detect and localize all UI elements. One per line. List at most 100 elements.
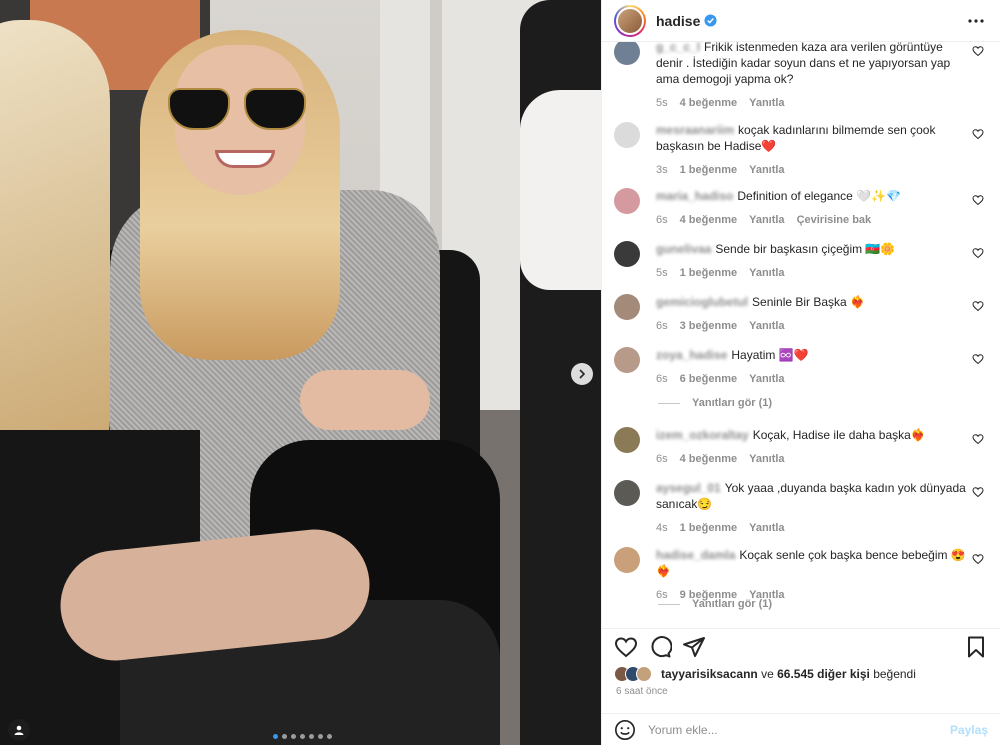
commenter-avatar[interactable] — [614, 188, 640, 214]
commenter-username[interactable]: zoya_hadise — [656, 348, 727, 362]
next-slide-button[interactable] — [571, 363, 593, 385]
comment-time[interactable]: 4s — [656, 520, 668, 536]
post-time[interactable]: 6 saat önce — [616, 686, 668, 697]
comment-likes[interactable]: 3 beğenme — [680, 318, 737, 334]
comment-time[interactable]: 6s — [656, 451, 668, 467]
reply-button[interactable]: Yanıtla — [749, 95, 784, 111]
comments-list[interactable]: g_c_c_l Frikik istenmeden kaza ara verile… — [602, 42, 1000, 628]
user-tag-icon — [14, 725, 24, 735]
save-icon[interactable] — [964, 635, 988, 659]
likes-connector: ve — [761, 667, 774, 681]
chevron-right-icon — [579, 369, 586, 379]
user-tag-button[interactable] — [8, 719, 30, 741]
comment-likes[interactable]: 6 beğenme — [680, 371, 737, 387]
comment-time[interactable]: 6s — [656, 371, 668, 387]
likes-count[interactable]: 66.545 diğer kişi — [777, 667, 870, 681]
comment-text: Hayatim ♾️❤️ — [731, 348, 809, 362]
heart-icon[interactable] — [972, 247, 984, 259]
commenter-username[interactable]: aysegul_01 — [656, 481, 721, 495]
comment-item: g_c_c_l Frikik istenmeden kaza ara verile… — [614, 42, 990, 111]
commenter-avatar[interactable] — [614, 480, 640, 506]
post-side-panel: hadise g_c_c_l Frikik istenmeden kaza ara… — [601, 0, 1000, 745]
post-media[interactable] — [0, 0, 601, 745]
commenter-avatar[interactable] — [614, 122, 640, 148]
slide-dot — [282, 734, 287, 739]
heart-icon[interactable] — [972, 45, 984, 57]
comment-likes[interactable]: 1 beğenme — [680, 162, 737, 178]
translate-button[interactable]: Çevirisine bak — [797, 212, 872, 228]
comment-item: maria_hadiso Definition of elegance 🤍✨💎 6… — [614, 188, 990, 228]
heart-icon[interactable] — [614, 635, 638, 659]
comment-text: Sende bir başkasın çiçeğim 🇦🇿🌼 — [715, 242, 896, 256]
heart-icon[interactable] — [972, 194, 984, 206]
post-comment-button[interactable]: Paylaş — [950, 723, 988, 737]
comment-likes[interactable]: 4 beğenme — [680, 95, 737, 111]
commenter-avatar[interactable] — [614, 241, 640, 267]
slide-dot — [273, 734, 278, 739]
view-replies-button[interactable]: Yanıtları gör (1) — [658, 397, 772, 409]
heart-icon[interactable] — [972, 553, 984, 565]
commenter-username[interactable]: g_c_c_l — [656, 42, 700, 54]
post-actions — [602, 628, 1000, 664]
commenter-username[interactable]: mesraanariim — [656, 123, 734, 137]
comment-likes[interactable]: 1 beğenme — [680, 520, 737, 536]
reply-button[interactable]: Yanıtla — [749, 371, 784, 387]
heart-icon[interactable] — [972, 128, 984, 140]
commenter-avatar[interactable] — [614, 547, 640, 573]
comment-item: hadise_damla Koçak senle çok başka bence … — [614, 547, 990, 603]
commenter-avatar[interactable] — [614, 294, 640, 320]
comment-time[interactable]: 6s — [656, 212, 668, 228]
comment-text: Koçak, Hadise ile daha başka❤️‍🔥 — [752, 428, 926, 442]
reply-button[interactable]: Yanıtla — [749, 212, 784, 228]
comment-text: Seninle Bir Başka ❤️‍🔥 — [752, 295, 866, 309]
comment-input[interactable] — [648, 722, 950, 737]
commenter-username[interactable]: gemicioglubetul — [656, 295, 748, 309]
reply-button[interactable]: Yanıtla — [749, 520, 784, 536]
heart-icon[interactable] — [972, 433, 984, 445]
likes-suffix: beğendi — [873, 667, 916, 681]
comment-time[interactable]: 6s — [656, 318, 668, 334]
emoji-icon[interactable] — [614, 719, 636, 741]
author-username[interactable]: hadise — [656, 13, 700, 29]
heart-icon[interactable] — [972, 353, 984, 365]
slide-dot — [318, 734, 323, 739]
comment-item: aysegul_01 Yok yaaa ,duyanda başka kadın … — [614, 480, 990, 536]
likes-summary: tayyarisiksacann ve 66.545 diğer kişi be… — [614, 666, 916, 682]
comment-time[interactable]: 5s — [656, 95, 668, 111]
commenter-avatar[interactable] — [614, 347, 640, 373]
reply-button[interactable]: Yanıtla — [749, 265, 784, 281]
more-options-button[interactable] — [964, 9, 988, 33]
reply-button[interactable]: Yanıtla — [749, 318, 784, 334]
add-comment-bar: Paylaş — [602, 713, 1000, 745]
comment-text: Frikik istenmeden kaza ara verilen görün… — [656, 42, 951, 86]
commenter-username[interactable]: gunelivaa — [656, 242, 711, 256]
slide-dot — [327, 734, 332, 739]
post-header: hadise — [602, 0, 1000, 42]
verified-icon — [704, 14, 717, 27]
commenter-avatar[interactable] — [614, 427, 640, 453]
comment-likes[interactable]: 4 beğenme — [680, 212, 737, 228]
liker-avatars[interactable] — [614, 666, 652, 682]
view-replies-button[interactable]: Yanıtları gör (1) — [658, 598, 772, 610]
comment-icon[interactable] — [648, 635, 672, 659]
comment-likes[interactable]: 1 beğenme — [680, 265, 737, 281]
slide-dot — [300, 734, 305, 739]
heart-icon[interactable] — [972, 486, 984, 498]
author-avatar[interactable] — [614, 4, 646, 37]
first-liker[interactable]: tayyarisiksacann — [661, 667, 758, 681]
slide-indicator — [273, 734, 332, 739]
comment-item: gunelivaa Sende bir başkasın çiçeğim 🇦🇿🌼 … — [614, 241, 990, 281]
heart-icon[interactable] — [972, 300, 984, 312]
commenter-username[interactable]: hadise_damla — [656, 548, 735, 562]
comment-likes[interactable]: 4 beğenme — [680, 451, 737, 467]
comment-time[interactable]: 3s — [656, 162, 668, 178]
commenter-username[interactable]: maria_hadiso — [656, 189, 733, 203]
commenter-avatar[interactable] — [614, 42, 640, 65]
reply-button[interactable]: Yanıtla — [749, 162, 784, 178]
share-icon[interactable] — [682, 635, 706, 659]
reply-button[interactable]: Yanıtla — [749, 451, 784, 467]
comment-time[interactable]: 5s — [656, 265, 668, 281]
comment-item: mesraanariim koçak kadınlarını bilmemde s… — [614, 122, 990, 178]
commenter-username[interactable]: izem_ozkoraltay — [656, 428, 749, 442]
comment-item: gemicioglubetul Seninle Bir Başka ❤️‍🔥 6s… — [614, 294, 990, 334]
